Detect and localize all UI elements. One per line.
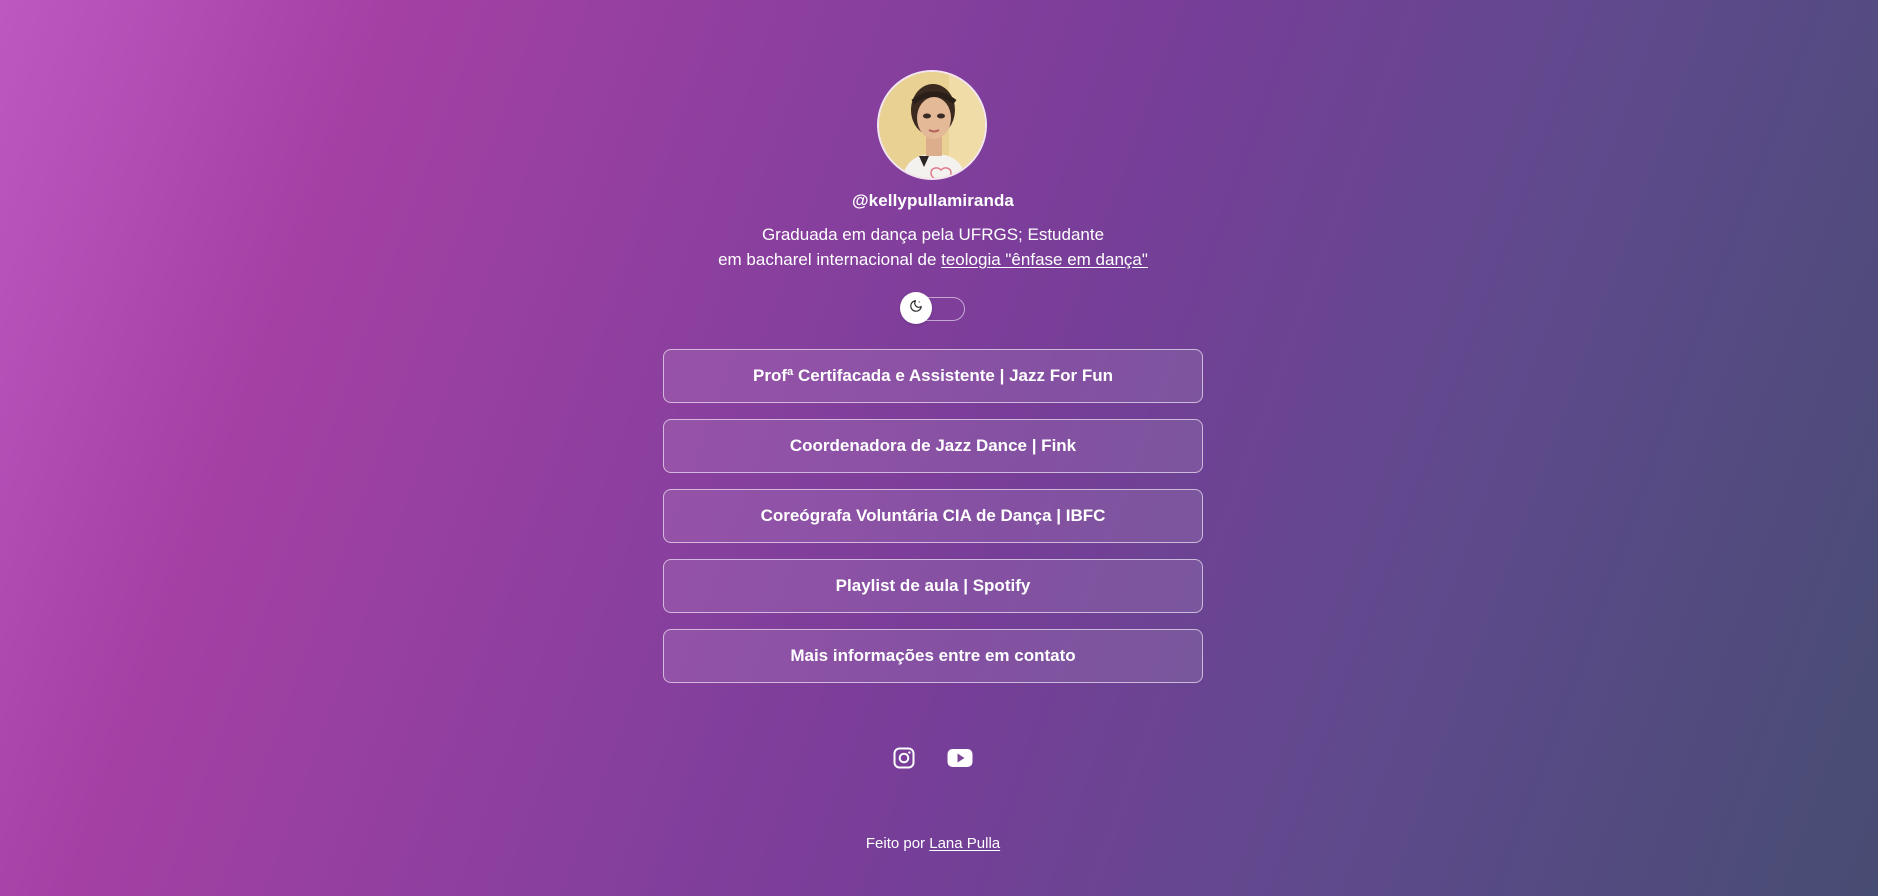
link-button-fink[interactable]: Coordenadora de Jazz Dance | Fink [663,419,1203,473]
profile-page: @kellypullamiranda Graduada em dança pel… [0,0,1878,896]
bio: Graduada em dança pela UFRGS; Estudante … [0,222,1866,272]
link-button-contact[interactable]: Mais informações entre em contato [663,629,1203,683]
footer-text: Feito por [865,835,930,852]
bio-link[interactable]: teologia "ênfase em dança" [941,250,1148,269]
link-button-ibfc[interactable]: Coreógrafa Voluntária CIA de Dança | IBF… [663,489,1203,543]
moon-icon [909,299,923,318]
footer: Feito por Lana Pulla [0,835,1866,852]
username: @kellypullamiranda [852,191,1014,210]
bio-line-2: em bacharel internacional de teologia "ê… [0,247,1866,272]
bio-line-1: Graduada em dança pela UFRGS; Estudante [761,225,1105,244]
social-links [891,745,973,771]
avatar-photo [879,72,985,178]
instagram-icon[interactable] [891,745,917,771]
theme-toggle-knob[interactable] [900,292,932,324]
theme-toggle[interactable] [900,292,965,324]
youtube-icon[interactable] [947,745,973,771]
avatar [877,70,987,180]
bio-line-2-text: em bacharel internacional de [718,250,942,269]
footer-author-link[interactable]: Lana Pulla [929,835,1000,852]
link-button-spotify[interactable]: Playlist de aula | Spotify [663,559,1203,613]
link-button-jazz-for-fun[interactable]: Profª Certifacada e Assistente | Jazz Fo… [663,349,1203,403]
link-list: Profª Certifacada e Assistente | Jazz Fo… [663,349,1203,699]
